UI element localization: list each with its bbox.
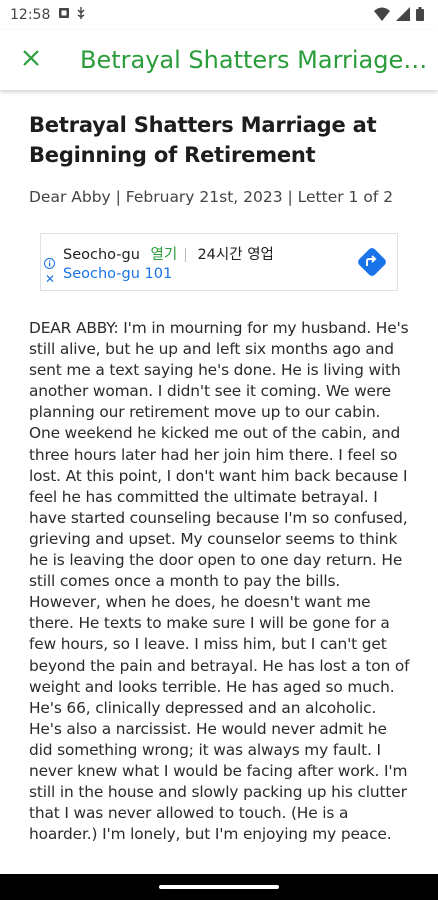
ad-separator <box>184 248 186 262</box>
article-byline: Dear Abby | February 21st, 2023 | Letter… <box>29 188 394 206</box>
ad-line-1: Seocho-gu 열기 24시간 영업 <box>63 243 274 264</box>
app-bar: Betrayal Shatters Marriage… <box>0 30 438 90</box>
article-headline: Betrayal Shatters Marriage at Beginning … <box>29 113 377 167</box>
ad-business-name: Seocho-gu <box>63 247 140 263</box>
ad-open-status: 열기 <box>150 247 178 263</box>
status-time: 12:58 <box>10 7 51 23</box>
wifi-icon <box>374 7 390 25</box>
usb-icon <box>76 6 86 24</box>
article-header: Betrayal Shatters Marriage at Beginning … <box>29 90 413 206</box>
signal-icon <box>396 7 410 25</box>
status-bar: 12:58 <box>0 0 438 30</box>
article-body: DEAR ABBY: I'm in mourning for my husban… <box>29 319 410 844</box>
navigation-bar <box>0 874 438 900</box>
close-icon <box>22 49 40 72</box>
close-button[interactable] <box>0 30 62 90</box>
notification-icon <box>58 7 70 23</box>
ad-close-icon[interactable]: ✕ <box>45 272 55 286</box>
page-title: Betrayal Shatters Marriage… <box>80 46 428 74</box>
battery-icon <box>416 7 424 25</box>
home-gesture-handle[interactable] <box>159 885 279 889</box>
ad-address[interactable]: Seocho-gu 101 <box>63 266 172 282</box>
ad-banner[interactable]: ✕ Seocho-gu 열기 24시간 영업 Seocho-gu 101 <box>40 233 398 291</box>
ad-hours: 24시간 영업 <box>197 247 274 263</box>
directions-icon[interactable] <box>357 247 387 282</box>
